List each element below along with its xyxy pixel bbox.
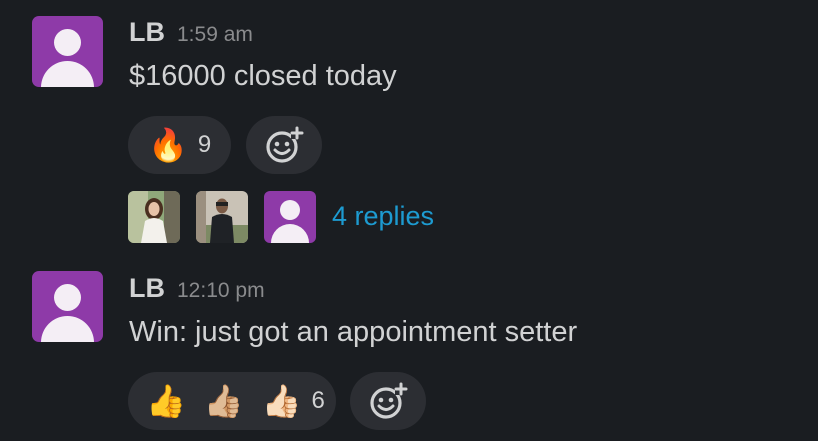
reaction-count: 9	[197, 131, 212, 158]
user-avatar[interactable]	[32, 271, 103, 342]
author-name[interactable]: LB	[129, 273, 165, 304]
participant-avatar-3[interactable]	[264, 191, 316, 243]
add-reaction-button[interactable]	[246, 116, 322, 174]
author-name[interactable]: LB	[129, 17, 165, 48]
thumbs-up-light-icon: 👍🏻	[261, 382, 302, 420]
message-header: LB 12:10 pm	[129, 273, 265, 304]
participant-avatar-2[interactable]	[196, 191, 248, 243]
timestamp[interactable]: 12:10 pm	[177, 279, 265, 303]
timestamp[interactable]: 1:59 am	[177, 23, 253, 47]
participant-avatar-1[interactable]	[128, 191, 180, 243]
thumbs-up-medium-light-icon: 👍🏼	[203, 382, 244, 420]
message-text: $16000 closed today	[129, 60, 397, 92]
fire-icon: 🔥	[148, 126, 188, 164]
message-text: Win: just got an appointment setter	[129, 316, 578, 348]
avatar-body	[41, 61, 94, 87]
add-reaction-button[interactable]	[350, 372, 426, 430]
reaction-thumbs-up[interactable]: 👍 👍🏼 👍🏻 6	[128, 372, 336, 430]
thumbs-up-icon: 👍	[146, 382, 186, 420]
reaction-count: 6	[311, 387, 325, 414]
avatar-head	[54, 284, 81, 311]
add-emoji-icon	[370, 382, 408, 419]
add-emoji-icon	[266, 126, 304, 163]
avatar-body	[41, 316, 94, 342]
message-1: LB 1:59 am $16000 closed today 🔥 9 4 rep…	[0, 0, 818, 260]
avatar-head	[54, 29, 81, 56]
user-avatar[interactable]	[32, 16, 103, 87]
message-2: LB 12:10 pm Win: just got an appointment…	[0, 260, 818, 441]
message-header: LB 1:59 am	[129, 17, 253, 48]
thread-replies-link[interactable]: 4 replies	[332, 201, 434, 232]
reaction-fire[interactable]: 🔥 9	[128, 116, 231, 174]
